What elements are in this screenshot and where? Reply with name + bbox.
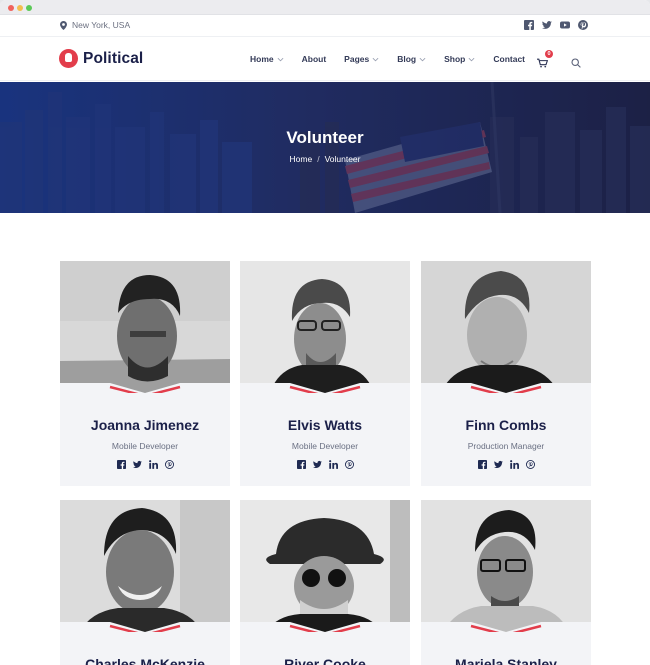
facebook-icon[interactable] xyxy=(296,460,306,469)
logo-mark-icon xyxy=(59,49,78,68)
location: New York, USA xyxy=(60,20,130,30)
twitter-icon[interactable] xyxy=(312,460,322,469)
chevron-down-icon xyxy=(419,57,426,61)
volunteer-card[interactable]: Finn Combs Production Manager xyxy=(421,261,591,486)
twitter-icon[interactable] xyxy=(542,20,552,30)
linkedin-icon[interactable] xyxy=(509,460,519,469)
window-chrome xyxy=(0,0,650,15)
twitter-icon[interactable] xyxy=(132,460,142,469)
nav-label: Home xyxy=(250,54,274,64)
volunteer-role: Mobile Developer xyxy=(291,441,359,451)
nav-label: Shop xyxy=(444,54,466,64)
nav-item-blog[interactable]: Blog xyxy=(397,54,426,64)
volunteer-photo xyxy=(421,261,591,393)
nav-item-shop[interactable]: Shop xyxy=(444,54,475,64)
volunteer-role: Mobile Developer xyxy=(111,441,179,451)
volunteer-name: Joanna Jimenez xyxy=(90,417,200,433)
nav-label: Blog xyxy=(397,54,417,64)
facebook-icon[interactable] xyxy=(116,460,126,469)
cart-icon xyxy=(537,58,549,68)
volunteer-name: Elvis Watts xyxy=(287,417,363,433)
search-icon xyxy=(571,58,581,68)
volunteer-photo xyxy=(60,261,230,393)
linkedin-icon[interactable] xyxy=(328,460,338,469)
site-header: Political Home About Pages Blog Shop Con… xyxy=(0,37,650,81)
volunteer-photo xyxy=(60,500,230,632)
volunteer-name: Mariela Stanley xyxy=(455,656,557,665)
minimize-window-button[interactable] xyxy=(17,5,23,11)
volunteer-name: Finn Combs xyxy=(465,417,547,433)
pinterest-icon[interactable] xyxy=(164,460,174,469)
breadcrumb-current: Volunteer xyxy=(324,154,361,164)
top-social-links xyxy=(524,20,588,30)
volunteer-photo xyxy=(240,500,410,632)
volunteer-card[interactable]: Joanna Jimenez Mobile Developer xyxy=(60,261,230,486)
map-pin-icon xyxy=(60,20,67,30)
search-button[interactable] xyxy=(571,55,581,68)
nav-label: About xyxy=(301,54,327,64)
youtube-icon[interactable] xyxy=(560,20,570,30)
volunteer-card[interactable]: Charles McKenzie xyxy=(60,500,230,665)
logo-text: Political xyxy=(83,49,144,67)
nav-item-pages[interactable]: Pages xyxy=(344,54,379,64)
volunteer-role: Production Manager xyxy=(467,441,545,451)
nav-item-home[interactable]: Home xyxy=(250,54,284,64)
linkedin-icon[interactable] xyxy=(148,460,158,469)
breadcrumb-separator: / xyxy=(317,154,320,164)
chevron-down-icon xyxy=(277,57,284,61)
nav-item-about[interactable]: About xyxy=(302,54,327,64)
page-hero-banner: Volunteer Home / Volunteer xyxy=(0,82,650,213)
main-nav: Home About Pages Blog Shop Contact xyxy=(250,54,543,64)
volunteer-social-links xyxy=(60,460,230,469)
volunteer-card[interactable]: Elvis Watts Mobile Developer xyxy=(240,261,410,486)
facebook-icon[interactable] xyxy=(524,20,534,30)
pinterest-icon[interactable] xyxy=(578,20,588,30)
volunteer-card[interactable]: River Cooke xyxy=(240,500,410,665)
volunteer-photo xyxy=(240,261,410,393)
facebook-icon[interactable] xyxy=(477,460,487,469)
volunteer-name: River Cooke xyxy=(284,656,366,665)
breadcrumb-home-link[interactable]: Home xyxy=(290,154,313,164)
cart-count-badge: 0 xyxy=(545,50,553,58)
chevron-down-icon xyxy=(468,57,475,61)
maximize-window-button[interactable] xyxy=(26,5,32,11)
pinterest-icon[interactable] xyxy=(344,460,354,469)
volunteer-card[interactable]: Mariela Stanley xyxy=(421,500,591,665)
breadcrumb: Home / Volunteer xyxy=(0,154,650,164)
twitter-icon[interactable] xyxy=(493,460,503,469)
volunteer-social-links xyxy=(240,460,410,469)
close-window-button[interactable] xyxy=(8,5,14,11)
location-text: New York, USA xyxy=(72,20,131,30)
cart-button[interactable]: 0 xyxy=(537,50,553,68)
browser-window: New York, USA Political Home About Pages… xyxy=(0,0,650,665)
volunteer-name: Charles McKenzie xyxy=(85,656,205,665)
nav-label: Pages xyxy=(344,54,370,64)
page-title: Volunteer xyxy=(286,128,364,147)
volunteer-photo xyxy=(421,500,591,632)
nav-item-contact[interactable]: Contact xyxy=(493,54,525,64)
site-logo[interactable]: Political xyxy=(59,49,143,68)
pinterest-icon[interactable] xyxy=(525,460,535,469)
chevron-down-icon xyxy=(372,57,379,61)
volunteer-social-links xyxy=(421,460,591,469)
top-bar: New York, USA xyxy=(0,15,650,37)
nav-label: Contact xyxy=(493,54,525,64)
